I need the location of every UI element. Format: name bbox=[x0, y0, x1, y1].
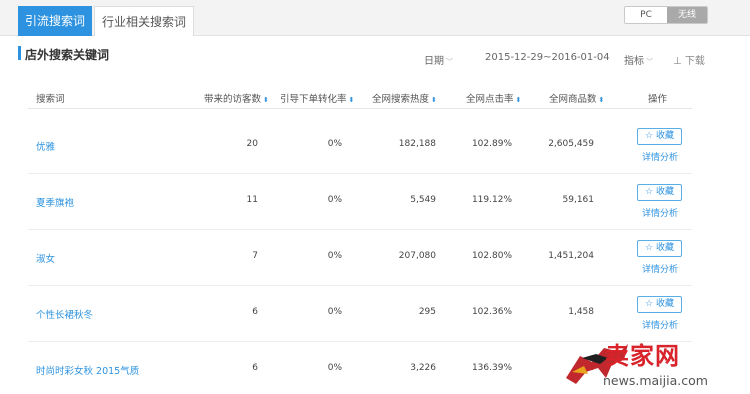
header-heat[interactable]: 全网搜索热度 ⬍ bbox=[372, 91, 437, 105]
favorite-button[interactable]: ☆ 收藏 bbox=[637, 128, 682, 145]
date-filter-label: 日期 bbox=[424, 56, 444, 67]
products-cell: 59,161 bbox=[562, 195, 595, 205]
conversion-cell: 0% bbox=[327, 307, 342, 317]
heat-cell: 3,226 bbox=[410, 363, 436, 373]
ctr-cell: 136.39% bbox=[471, 363, 512, 373]
device-pc-button[interactable]: PC bbox=[625, 7, 667, 23]
favorite-label: 收藏 bbox=[655, 299, 674, 309]
conversion-cell: 0% bbox=[327, 251, 342, 261]
keyword-link[interactable]: 时尚时彩女秋 2015气质 bbox=[36, 363, 139, 377]
download-label: 下载 bbox=[684, 56, 705, 67]
header-products-label: 全网商品数 bbox=[549, 94, 597, 105]
header-keyword: 搜索词 bbox=[36, 94, 65, 105]
chevron-down-icon: ﹀ bbox=[646, 58, 653, 66]
header-visitors-label: 带来的访客数 bbox=[204, 94, 262, 105]
metric-filter[interactable]: 指标 ﹀ bbox=[624, 52, 653, 67]
watermark: 卖家网 news.maijia.com bbox=[560, 328, 750, 394]
favorite-label: 收藏 bbox=[655, 243, 674, 253]
ctr-cell: 102.36% bbox=[471, 307, 512, 317]
table-row: 优雅 20 0% 182,188 102.89% 2,605,459 ☆ 收藏 … bbox=[28, 118, 692, 174]
detail-analysis-link[interactable]: 详情分析 bbox=[642, 262, 678, 275]
favorite-button[interactable]: ☆ 收藏 bbox=[637, 184, 682, 201]
sort-icon: ⬍ bbox=[515, 96, 522, 104]
sort-icon: ⬍ bbox=[263, 96, 269, 104]
chevron-down-icon: ﹀ bbox=[446, 58, 453, 66]
header-conversion-label: 引导下单转化率 bbox=[280, 94, 347, 105]
date-filter[interactable]: 日期 ﹀ bbox=[424, 52, 453, 67]
keyword-link[interactable]: 夏季旗袍 bbox=[36, 195, 74, 209]
ctr-cell: 102.89% bbox=[471, 139, 512, 149]
tab-traffic-keywords[interactable]: 引流搜索词 bbox=[18, 6, 92, 36]
watermark-brand: 卖家网 bbox=[605, 341, 680, 370]
table-row: 淑女 7 0% 207,080 102.80% 1,451,204 ☆ 收藏 详… bbox=[28, 230, 692, 286]
star-icon: ☆ bbox=[645, 131, 654, 141]
sort-icon: ⬍ bbox=[598, 96, 605, 104]
favorite-button[interactable]: ☆ 收藏 bbox=[637, 240, 682, 257]
watermark-url: news.maijia.com bbox=[603, 373, 708, 388]
products-cell: 2,605,459 bbox=[548, 139, 594, 149]
visitors-cell: 6 bbox=[252, 363, 258, 373]
favorite-button[interactable]: ☆ 收藏 bbox=[637, 296, 682, 313]
visitors-cell: 6 bbox=[252, 307, 258, 317]
keyword-link[interactable]: 淑女 bbox=[36, 251, 55, 265]
header-heat-label: 全网搜索热度 bbox=[372, 94, 430, 105]
heat-cell: 295 bbox=[418, 307, 436, 317]
heat-cell: 207,080 bbox=[398, 251, 436, 261]
device-wireless-button[interactable]: 无线 bbox=[667, 7, 707, 23]
date-range: 2015-12-29~2016-01-04 bbox=[485, 52, 610, 63]
star-icon: ☆ bbox=[645, 187, 654, 197]
visitors-cell: 11 bbox=[246, 195, 258, 205]
heat-cell: 5,549 bbox=[410, 195, 436, 205]
header-ctr[interactable]: 全网点击率 ⬍ bbox=[466, 91, 521, 105]
header-ctr-label: 全网点击率 bbox=[466, 94, 514, 105]
tab-industry-keywords[interactable]: 行业相关搜索词 bbox=[94, 6, 194, 36]
conversion-cell: 0% bbox=[327, 139, 342, 149]
header-visitors[interactable]: 带来的访客数 ⬍ bbox=[204, 91, 269, 105]
conversion-cell: 0% bbox=[327, 363, 342, 373]
favorite-label: 收藏 bbox=[655, 131, 674, 141]
table-row: 夏季旗袍 11 0% 5,549 119.12% 59,161 ☆ 收藏 详情分… bbox=[28, 174, 692, 230]
device-toggle: PC 无线 bbox=[624, 6, 708, 24]
heat-cell: 182,188 bbox=[398, 139, 436, 149]
products-cell: 1,458 bbox=[568, 307, 594, 317]
ctr-cell: 102.80% bbox=[471, 251, 512, 261]
metric-filter-label: 指标 bbox=[624, 56, 644, 67]
star-icon: ☆ bbox=[645, 299, 654, 309]
sort-icon: ⬍ bbox=[431, 96, 437, 104]
header-conversion[interactable]: 引导下单转化率 ⬍ bbox=[280, 91, 354, 105]
header-action: 操作 bbox=[648, 94, 668, 105]
visitors-cell: 20 bbox=[246, 139, 258, 149]
section-title: 店外搜索关键词 bbox=[25, 48, 110, 62]
download-button[interactable]: ⊥ 下载 bbox=[673, 52, 705, 67]
keyword-link[interactable]: 个性长裙秋冬 bbox=[36, 307, 93, 321]
favorite-label: 收藏 bbox=[655, 187, 674, 197]
section-accent-bar bbox=[18, 46, 21, 60]
header-products[interactable]: 全网商品数 ⬍ bbox=[549, 91, 604, 105]
sort-icon: ⬍ bbox=[348, 96, 355, 104]
conversion-cell: 0% bbox=[327, 195, 342, 205]
keyword-link[interactable]: 优雅 bbox=[36, 139, 55, 153]
ctr-cell: 119.12% bbox=[471, 195, 512, 205]
download-icon: ⊥ bbox=[673, 56, 682, 67]
star-icon: ☆ bbox=[645, 243, 654, 253]
table-header: 搜索词 带来的访客数 ⬍ 引导下单转化率 ⬍ 全网搜索热度 ⬍ 全网点击率 ⬍ 全网商品… bbox=[28, 85, 692, 109]
tab-bar: 引流搜索词 行业相关搜索词 PC 无线 bbox=[0, 0, 750, 36]
detail-analysis-link[interactable]: 详情分析 bbox=[642, 150, 678, 163]
products-cell: 1,451,204 bbox=[548, 251, 594, 261]
detail-analysis-link[interactable]: 详情分析 bbox=[642, 206, 678, 219]
visitors-cell: 7 bbox=[252, 251, 258, 261]
